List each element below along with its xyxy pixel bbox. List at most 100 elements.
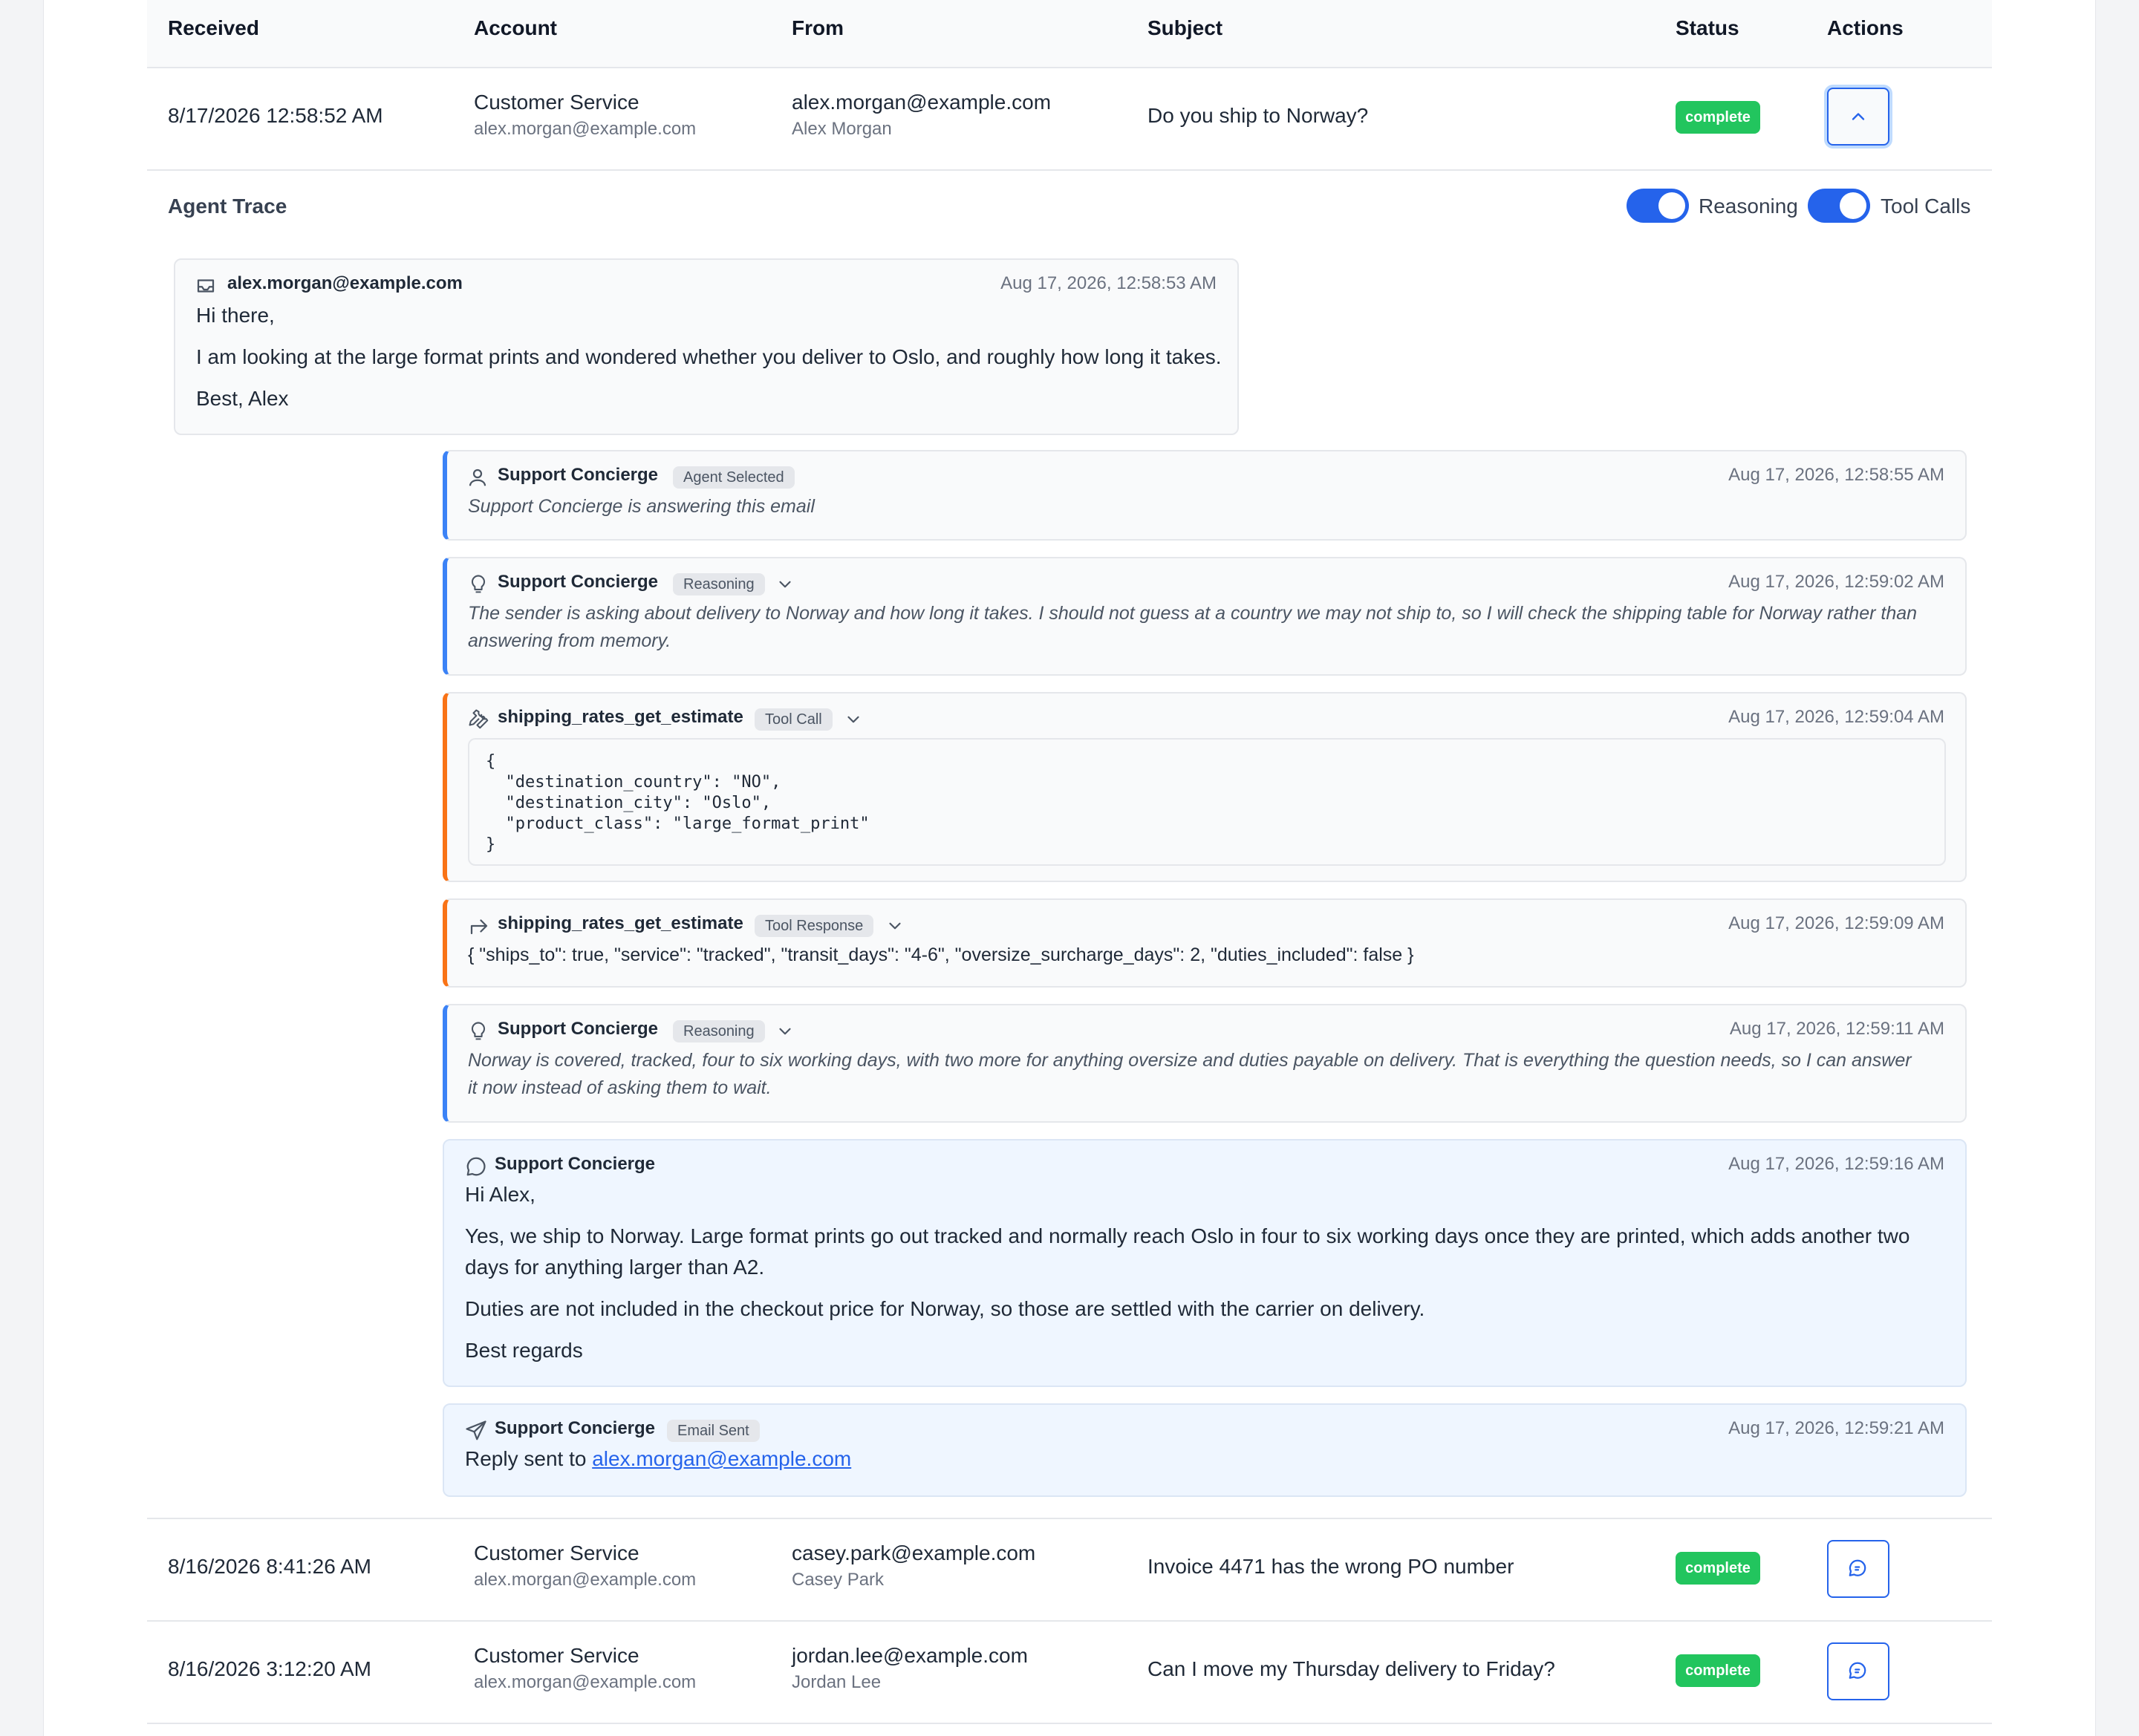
reasoning-toggle[interactable]	[1627, 189, 1689, 223]
status-badge: complete	[1676, 101, 1760, 134]
account-email: alex.morgan@example.com	[474, 1672, 697, 1692]
sent-prefix: Reply sent to	[465, 1447, 593, 1470]
agent-selected-card: Support Concierge Agent Selected Aug 17,…	[443, 450, 1967, 541]
event-time: Aug 17, 2026, 12:59:09 AM	[1728, 913, 1944, 933]
account-email: alex.morgan@example.com	[474, 1570, 697, 1590]
event-pill: Agent Selected	[673, 466, 795, 489]
received-cell: 8/16/2026 8:41:26 AM	[168, 1555, 371, 1578]
tool-call-code: { "destination_country": "NO", "destinat…	[468, 738, 1946, 866]
reply-line: Hi Alex,	[465, 1183, 535, 1206]
sent-line: Reply sent to alex.morgan@example.com	[465, 1443, 851, 1475]
account-name: Customer Service	[474, 91, 639, 114]
event-pill: Tool Call	[755, 708, 833, 731]
tool-response-text: { "ships_to": true, "service": "tracked"…	[468, 944, 1414, 965]
from-email: casey.park@example.com	[792, 1541, 1036, 1564]
received-cell: 8/16/2026 3:12:20 AM	[168, 1657, 371, 1680]
col-actions: Actions	[1827, 16, 1904, 39]
inbound-time: Aug 17, 2026, 12:58:53 AM	[1000, 273, 1217, 293]
chevron-up-icon	[1848, 106, 1869, 127]
col-from[interactable]: From	[792, 16, 844, 40]
col-received[interactable]: Received	[168, 16, 259, 40]
from-name: Casey Park	[792, 1570, 885, 1590]
reasoning-card[interactable]: Support Concierge Reasoning Aug 17, 2026…	[443, 1004, 1967, 1123]
event-title: shipping_rates_get_estimate	[498, 707, 743, 727]
account-email: alex.morgan@example.com	[474, 119, 697, 139]
event-title: Support Concierge	[495, 1418, 656, 1438]
col-status[interactable]: Status	[1676, 16, 1739, 40]
chat-icon	[1847, 1558, 1869, 1580]
view-trace-button[interactable]	[1827, 1642, 1889, 1700]
event-pill: Reasoning	[673, 1020, 765, 1042]
event-time: Aug 17, 2026, 12:59:11 AM	[1729, 1019, 1944, 1039]
event-pill: Reasoning	[673, 573, 765, 595]
tool-calls-toggle[interactable]	[1808, 189, 1870, 223]
agent-trace-title: Agent Trace	[168, 195, 287, 218]
chat-icon	[1847, 1660, 1869, 1683]
inbound-line: Best, Alex	[196, 387, 289, 410]
reasoning-card[interactable]: Support Concierge Reasoning Aug 17, 2026…	[443, 557, 1967, 676]
event-title: Support Concierge	[495, 1154, 656, 1174]
chevron-down-icon[interactable]	[775, 1022, 795, 1041]
tool-calls-toggle-label: Tool Calls	[1881, 195, 1971, 218]
lightbulb-icon	[468, 1020, 489, 1042]
reasoning-toggle-label: Reasoning	[1699, 195, 1798, 218]
col-subject[interactable]: Subject	[1147, 16, 1222, 40]
chat-bubble-icon	[465, 1155, 487, 1178]
reply-line: Best regards	[465, 1339, 583, 1362]
reply-card: Support Concierge Aug 17, 2026, 12:59:16…	[443, 1139, 1967, 1387]
event-time: Aug 17, 2026, 12:58:55 AM	[1728, 465, 1944, 485]
event-time: Aug 17, 2026, 12:59:02 AM	[1728, 572, 1944, 592]
inbound-email-card: alex.morgan@example.com Aug 17, 2026, 12…	[174, 258, 1239, 435]
lightbulb-icon	[468, 573, 489, 595]
inbound-sender: alex.morgan@example.com	[227, 273, 463, 293]
event-text: Support Concierge is answering this emai…	[468, 496, 815, 517]
status-badge: complete	[1676, 1654, 1760, 1687]
row-divider	[147, 1723, 1992, 1724]
table-header: Received Account From Subject Status Act…	[147, 0, 1992, 68]
send-icon	[465, 1420, 487, 1442]
inbox-icon	[195, 275, 217, 297]
row-divider	[147, 1518, 1992, 1519]
collapse-button[interactable]	[1827, 88, 1889, 146]
account-name: Customer Service	[474, 1541, 639, 1564]
wrench-icon	[468, 708, 490, 731]
event-pill: Email Sent	[667, 1420, 760, 1442]
reply-arrow-icon	[468, 915, 490, 937]
event-title: Support Concierge	[498, 1019, 659, 1039]
inbound-line: Hi there,	[196, 304, 275, 327]
chevron-down-icon[interactable]	[844, 710, 863, 729]
event-title: Support Concierge	[498, 572, 659, 592]
from-email: jordan.lee@example.com	[792, 1644, 1028, 1667]
user-icon	[466, 466, 489, 489]
event-time: Aug 17, 2026, 12:59:21 AM	[1728, 1418, 1944, 1438]
from-email: alex.morgan@example.com	[792, 91, 1052, 114]
subject-cell: Do you ship to Norway?	[1147, 104, 1369, 127]
account-name: Customer Service	[474, 1644, 639, 1667]
inbound-line: I am looking at the large format prints …	[196, 345, 1222, 368]
subject-cell: Invoice 4471 has the wrong PO number	[1147, 1555, 1514, 1578]
tool-response-card[interactable]: shipping_rates_get_estimate Tool Respons…	[443, 898, 1967, 988]
from-name: Jordan Lee	[792, 1672, 882, 1692]
event-title: shipping_rates_get_estimate	[498, 913, 743, 933]
row-divider	[147, 169, 1992, 171]
tool-call-card[interactable]: shipping_rates_get_estimate Tool Call Au…	[443, 692, 1967, 882]
recipient-link[interactable]: alex.morgan@example.com	[592, 1447, 851, 1470]
status-badge: complete	[1676, 1552, 1760, 1585]
event-title: Support Concierge	[498, 465, 659, 485]
reply-line: Yes, we ship to Norway. Large format pri…	[465, 1224, 1910, 1279]
from-name: Alex Morgan	[792, 119, 892, 139]
email-sent-card: Support Concierge Email Sent Aug 17, 202…	[443, 1403, 1967, 1497]
view-trace-button[interactable]	[1827, 1540, 1889, 1598]
received-cell: 8/17/2026 12:58:52 AM	[168, 104, 383, 127]
event-text: Norway is covered, tracked, four to six …	[468, 1050, 1912, 1098]
event-time: Aug 17, 2026, 12:59:16 AM	[1728, 1154, 1944, 1174]
chevron-down-icon[interactable]	[775, 575, 795, 594]
subject-cell: Can I move my Thursday delivery to Frida…	[1147, 1657, 1555, 1680]
event-text: The sender is asking about delivery to N…	[468, 603, 1918, 651]
row-divider	[147, 1620, 1992, 1622]
chevron-down-icon[interactable]	[885, 916, 905, 936]
col-account[interactable]: Account	[474, 16, 557, 40]
reply-line: Duties are not included in the checkout …	[465, 1297, 1425, 1320]
event-pill: Tool Response	[755, 915, 874, 937]
event-time: Aug 17, 2026, 12:59:04 AM	[1728, 707, 1944, 727]
